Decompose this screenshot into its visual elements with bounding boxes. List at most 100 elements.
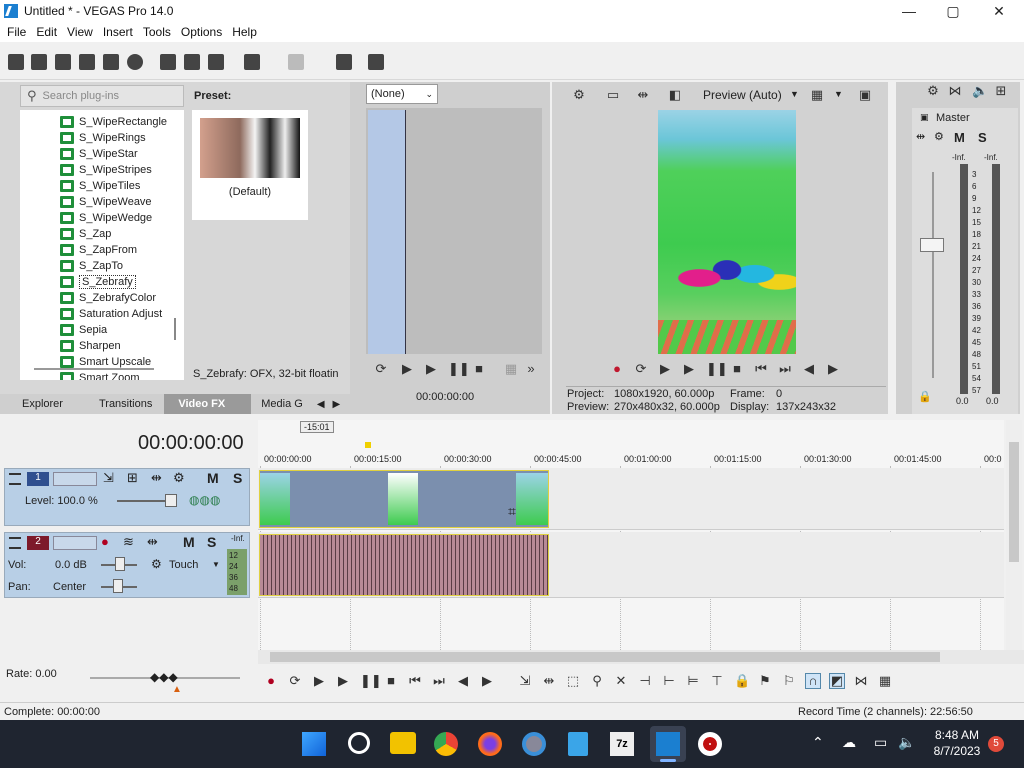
preset-thumbnail[interactable]: (Default) (192, 110, 308, 220)
menu-help[interactable]: Help (229, 25, 264, 39)
plugin-item[interactable]: S_ZebrafyColor (60, 290, 156, 306)
external-monitor-icon[interactable]: ▭ (606, 88, 620, 102)
plugin-item[interactable]: S_WipeRectangle (60, 114, 167, 130)
trimmer-selection[interactable] (368, 110, 406, 354)
start-icon[interactable] (302, 732, 326, 756)
auto-ripple-icon[interactable]: ▦ (878, 674, 892, 688)
track2-mute-button[interactable]: M (183, 534, 195, 550)
loop-playback-icon[interactable]: ⟳ (634, 362, 648, 376)
track-name-field[interactable] (53, 472, 97, 486)
tab-video-fx[interactable]: Video FX (164, 394, 252, 414)
mixer-narrow-icon[interactable]: ⋈ (948, 84, 962, 98)
next-frame-icon[interactable]: ▶ (480, 674, 494, 688)
search-input[interactable]: Search plug-ins (43, 90, 119, 102)
save-icon[interactable] (55, 54, 71, 70)
vegas-taskbar-button[interactable] (650, 726, 686, 762)
audio-event-waveform[interactable] (259, 534, 549, 596)
play-icon[interactable]: ▶ (336, 674, 350, 688)
tray-network-icon[interactable]: ☁ (842, 734, 856, 751)
cut-icon[interactable] (160, 54, 176, 70)
rate-handle-icon[interactable]: ◆◆◆ (150, 670, 178, 684)
compositing-icon[interactable]: ◍◍◍ (189, 493, 220, 507)
marker-flag-icon[interactable] (365, 442, 371, 448)
track2-pan-handle[interactable] (113, 579, 123, 593)
menu-file[interactable]: File (4, 25, 33, 39)
trim-start-icon[interactable]: ⊢ (662, 674, 676, 688)
undo-icon[interactable] (244, 54, 260, 70)
plugin-item[interactable]: S_Zebrafy (60, 274, 136, 290)
new-icon[interactable] (8, 54, 24, 70)
menu-insert[interactable]: Insert (100, 25, 140, 39)
go-to-end-icon[interactable]: ⏭ (778, 362, 792, 376)
plugin-item[interactable]: Smart Zoom (60, 370, 140, 380)
master-solo-button[interactable]: S (978, 130, 987, 145)
plugin-item[interactable]: S_WipeStar (60, 146, 138, 162)
track2-bus-icon[interactable]: ⇹ (147, 534, 158, 550)
help-icon[interactable] (368, 54, 384, 70)
minimize-button[interactable]: — (886, 0, 932, 22)
track1-mute-button[interactable]: M (207, 470, 219, 486)
event-fx-icon[interactable]: ⌗ (508, 503, 516, 520)
zoom-tool-icon[interactable]: ⚲ (590, 674, 604, 688)
tray-display-icon[interactable]: ▭ (874, 734, 887, 751)
plugin-icon[interactable] (336, 54, 352, 70)
redo-icon[interactable] (288, 54, 304, 70)
selection-tool-icon[interactable]: ⬚ (566, 674, 580, 688)
overflow-icon[interactable]: » (524, 362, 538, 376)
plugin-item[interactable]: Saturation Adjust (60, 306, 162, 322)
timeline-horizontal-scrollbar[interactable] (258, 650, 1024, 664)
arm-record-icon[interactable]: ● (101, 534, 109, 549)
paste-icon[interactable] (208, 54, 224, 70)
plugin-item[interactable]: S_WipeWedge (60, 210, 152, 226)
search-box[interactable]: ⚲ Search plug-ins (20, 85, 184, 107)
grid-overlay-icon[interactable]: ▦ (810, 88, 824, 102)
master-gear-icon[interactable]: ⚙ (934, 130, 944, 143)
plugin-item[interactable]: S_WipeRings (60, 130, 146, 146)
video-event[interactable]: ⌗ (259, 470, 549, 528)
maximize-button[interactable]: ▢ (930, 0, 976, 22)
master-fx-icon[interactable]: ⇹ (916, 130, 925, 143)
plugin-item[interactable]: S_WipeTiles (60, 178, 140, 194)
track-gear-icon[interactable]: ⚙ (173, 470, 185, 486)
preview-settings-gear-icon[interactable]: ⚙ (572, 88, 586, 102)
firefox-icon[interactable] (478, 732, 502, 756)
pause-icon[interactable]: ❚❚ (706, 362, 728, 376)
previous-frame-icon[interactable]: ◀ (456, 674, 470, 688)
trimmer-select[interactable]: (None) ⌄ (366, 84, 438, 104)
next-frame-icon[interactable]: ▶ (826, 362, 840, 376)
automation-mode-select[interactable]: Touch (169, 559, 198, 571)
tray-chevron-up-icon[interactable]: ⌃ (812, 734, 824, 751)
lock-icon[interactable]: 🔒 (734, 674, 750, 688)
tab-transitions[interactable]: Transitions (75, 394, 164, 414)
stop-icon[interactable]: ■ (384, 674, 398, 688)
envelope-tool-icon[interactable]: ⇹ (542, 674, 556, 688)
preview-quality-select[interactable]: Preview (Auto) (703, 88, 782, 102)
overlay-icon[interactable]: ◧ (668, 88, 682, 102)
plugin-item[interactable]: S_ZapFrom (60, 242, 137, 258)
track2-solo-button[interactable]: S (207, 534, 216, 550)
settings-icon[interactable] (522, 732, 546, 756)
track-menu-icon[interactable] (9, 473, 21, 485)
stop-icon[interactable]: ■ (472, 362, 486, 376)
master-fader-handle[interactable] (920, 238, 944, 252)
loop-icon[interactable]: ⟳ (374, 362, 388, 376)
lock-icon[interactable]: 🔒 (918, 390, 932, 403)
go-to-start-icon[interactable]: ⏮ (408, 674, 422, 688)
menu-edit[interactable]: Edit (33, 25, 64, 39)
track2-menu-icon[interactable] (9, 537, 21, 549)
menu-tools[interactable]: Tools (140, 25, 178, 39)
previous-frame-icon[interactable]: ◀ (802, 362, 816, 376)
copy-snapshot-icon[interactable]: ▣ (858, 88, 872, 102)
record-icon[interactable]: ● (610, 362, 624, 376)
tray-volume-icon[interactable]: 🔈 (898, 734, 915, 751)
split-screen-icon[interactable]: ⇹ (636, 88, 650, 102)
plugin-item[interactable]: Sepia (60, 322, 107, 338)
touch-gear-icon[interactable]: ⚙ (151, 557, 162, 571)
go-to-start-icon[interactable]: ⏮ (754, 362, 768, 376)
marker-icon[interactable]: ⚑ (758, 674, 772, 688)
copy-icon[interactable] (184, 54, 200, 70)
plugin-item[interactable]: S_Zap (60, 226, 111, 242)
plugin-item[interactable]: S_WipeStripes (60, 162, 152, 178)
mixer-gear-icon[interactable]: ⚙ (926, 84, 940, 98)
tab-media-generators[interactable]: Media G (251, 394, 315, 414)
